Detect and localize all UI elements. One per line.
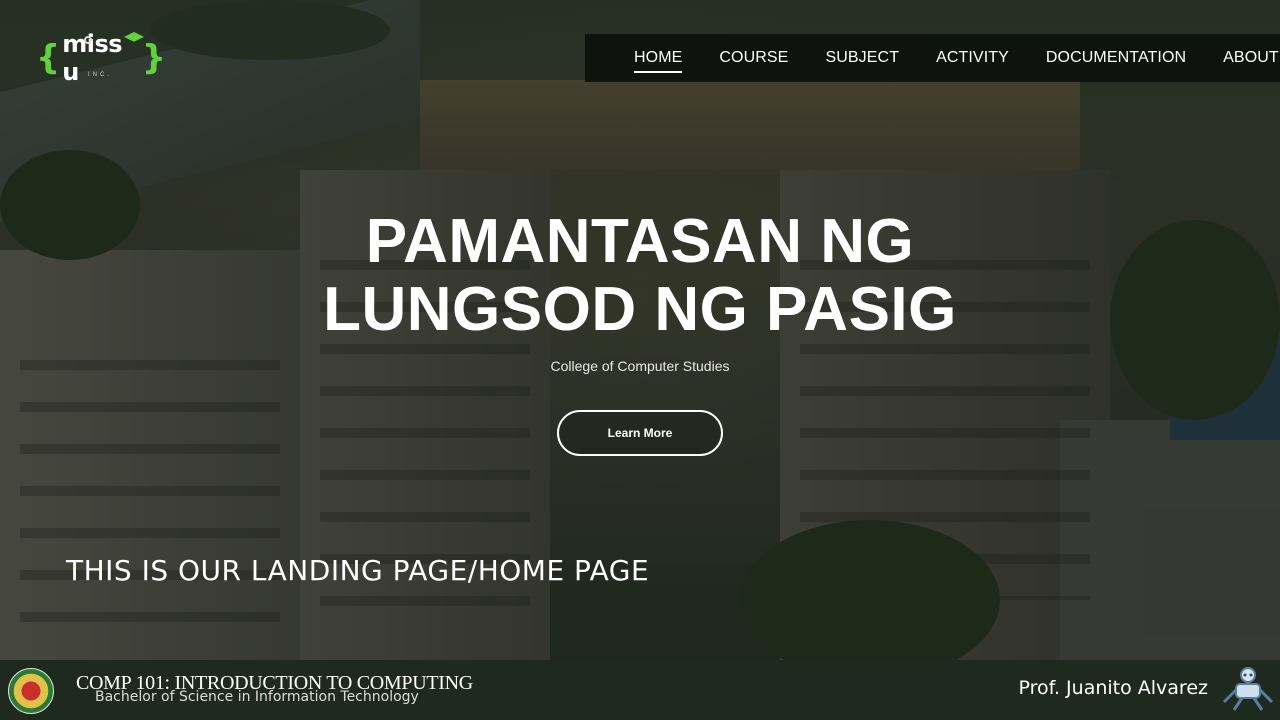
hero-title-line2: LUNGSOD NG PASIG [323,275,957,344]
hero-title-line1: PAMANTASAN NG [365,207,915,276]
learn-more-button[interactable]: Learn More [557,410,723,456]
logo-brace-left: { [36,38,61,78]
robot-mascot-icon [1222,667,1274,711]
slide-caption: THIS IS OUR LANDING PAGE/HOME PAGE [66,554,650,587]
nav-item-home[interactable]: HOME [634,49,683,73]
nav-item-course[interactable]: COURSE [719,49,788,67]
site-logo[interactable]: { miss u } INC. [36,30,166,86]
university-seal-icon [8,668,54,714]
gear-icon [84,36,92,44]
hero-title: PAMANTASAN NG LUNGSOD NG PASIG [0,208,1280,344]
nav-item-documentation[interactable]: DOCUMENTATION [1046,49,1186,67]
logo-subtext: INC. [88,72,112,78]
course-subtitle: Bachelor of Science in Information Techn… [95,689,419,705]
logo-brace-right: } [141,38,166,78]
nav-item-subject[interactable]: SUBJECT [825,49,899,67]
main-nav: HOME COURSE SUBJECT ACTIVITY DOCUMENTATI… [585,34,1280,82]
nav-item-activity[interactable]: ACTIVITY [936,49,1009,67]
professor-name: Prof. Juanito Alvarez [1018,677,1208,699]
nav-item-about[interactable]: ABOUT [1223,49,1279,67]
hero-subtitle: College of Computer Studies [550,358,730,374]
